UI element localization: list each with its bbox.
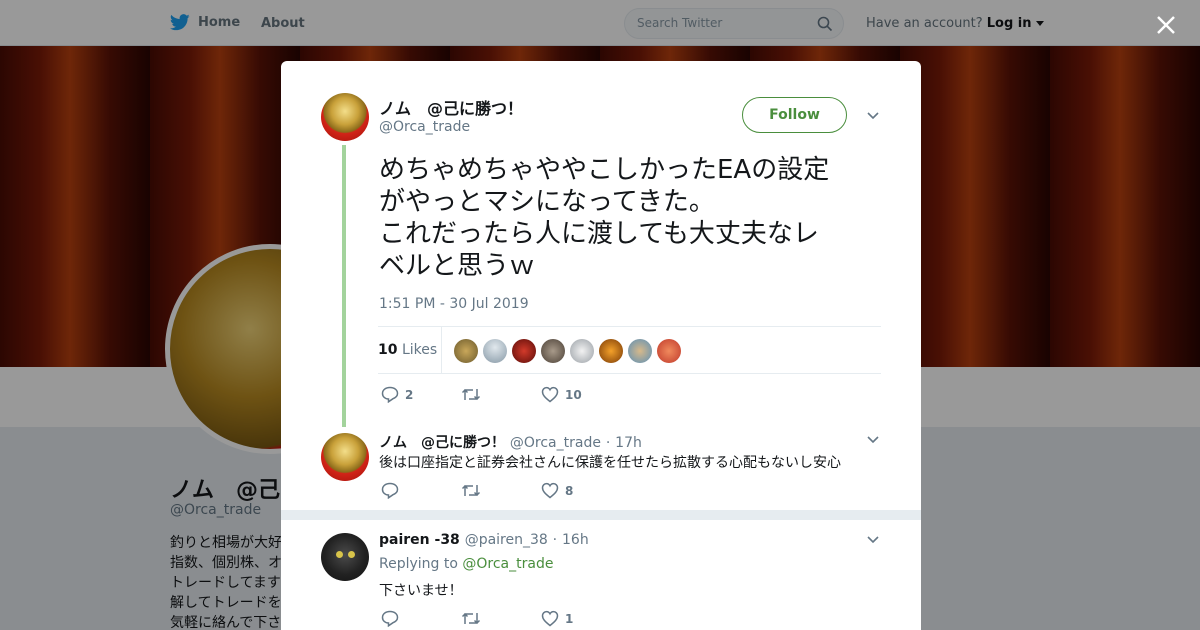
tweet-text-line: めちゃめちゃややこしかったEAの設定 (379, 155, 830, 185)
follow-button[interactable]: Follow (742, 97, 847, 133)
reply-dot: · (552, 532, 558, 548)
reply-text: 下さいませ！ (379, 583, 463, 599)
likes-label: Likes (401, 342, 438, 358)
reply-time[interactable]: 17h (615, 435, 642, 451)
heart-icon (541, 482, 559, 499)
like-action[interactable]: 10 (541, 386, 582, 403)
author-handle[interactable]: @Orca_trade (379, 119, 470, 135)
like-action[interactable]: 1 (541, 610, 573, 627)
thread-line (342, 145, 346, 427)
tweet-timestamp[interactable]: 1:51 PM - 30 Jul 2019 (379, 296, 529, 312)
chevron-down-icon[interactable] (867, 112, 879, 120)
likes-stat[interactable]: 10 Likes (378, 342, 437, 358)
liker-avatar[interactable] (483, 339, 507, 363)
liker-avatar[interactable] (570, 339, 594, 363)
chevron-down-icon[interactable] (867, 436, 879, 444)
reply-count: 2 (405, 387, 414, 402)
chevron-down-icon[interactable] (867, 536, 879, 544)
liker-avatar[interactable] (541, 339, 565, 363)
reply-author-name[interactable]: ノム @己に勝つ！ (379, 435, 505, 451)
reply-header: pairen -38 @pairen_38 · 16h (379, 532, 589, 548)
tweet-stats: 10 Likes (378, 326, 881, 374)
retweet-icon (461, 612, 481, 625)
likes-count: 10 (378, 342, 398, 358)
reply-author-handle[interactable]: @pairen_38 (465, 532, 548, 548)
retweet-icon (461, 388, 481, 401)
avatar-eye (336, 551, 343, 558)
reply-icon (381, 482, 399, 499)
tweet-text-line: がやっとマシになってきた。 (379, 187, 715, 217)
reply-dot: · (605, 435, 611, 451)
retweet-action[interactable] (461, 610, 481, 627)
tweet-modal: ノム @己に勝つ！ @Orca_trade Follow めちゃめちゃややこしか… (281, 61, 921, 630)
like-count: 1 (565, 611, 574, 626)
tweet-text: めちゃめちゃややこしかったEAの設定 がやっとマシになってきた。 これだったら人… (379, 154, 879, 282)
reply-action[interactable] (381, 482, 399, 499)
avatar-eye (348, 551, 355, 558)
reply-action[interactable]: 2 (381, 386, 413, 403)
heart-icon (541, 386, 559, 403)
heart-icon (541, 610, 559, 627)
like-count: 10 (565, 387, 582, 402)
replying-to-handle[interactable]: @Orca_trade (462, 556, 553, 572)
author-avatar[interactable] (321, 93, 369, 141)
reply-icon (381, 386, 399, 403)
replying-to-label: Replying to (379, 556, 458, 572)
reply-action[interactable] (381, 610, 399, 627)
liker-avatar[interactable] (628, 339, 652, 363)
like-count: 8 (565, 483, 574, 498)
retweet-action[interactable] (461, 386, 481, 403)
reply-author-avatar[interactable] (321, 433, 369, 481)
retweet-action[interactable] (461, 482, 481, 499)
liker-avatar[interactable] (512, 339, 536, 363)
liker-avatar[interactable] (599, 339, 623, 363)
thread-separator (281, 510, 921, 520)
reply-header: ノム @己に勝つ！ @Orca_trade · 17h (379, 432, 642, 452)
tweet-text-line: ベルと思うｗ (379, 251, 536, 281)
reply-text: 後は口座指定と証券会社さんに保護を任せたら拡散する心配もないし安心 (379, 455, 841, 471)
close-icon[interactable] (1153, 12, 1179, 38)
stats-divider (441, 327, 442, 373)
like-action[interactable]: 8 (541, 482, 573, 499)
retweet-icon (461, 484, 481, 497)
reply-icon (381, 610, 399, 627)
liker-avatar[interactable] (454, 339, 478, 363)
author-name[interactable]: ノム @己に勝つ！ (379, 95, 523, 119)
reply-time[interactable]: 16h (562, 532, 589, 548)
reply-author-name[interactable]: pairen -38 (379, 532, 460, 548)
liker-avatar[interactable] (657, 339, 681, 363)
reply-author-handle[interactable]: @Orca_trade (510, 435, 601, 451)
replying-to: Replying to @Orca_trade (379, 556, 553, 572)
reply-author-avatar[interactable] (321, 533, 369, 581)
tweet-text-line: これだったら人に渡しても大丈夫なレ (379, 219, 819, 249)
